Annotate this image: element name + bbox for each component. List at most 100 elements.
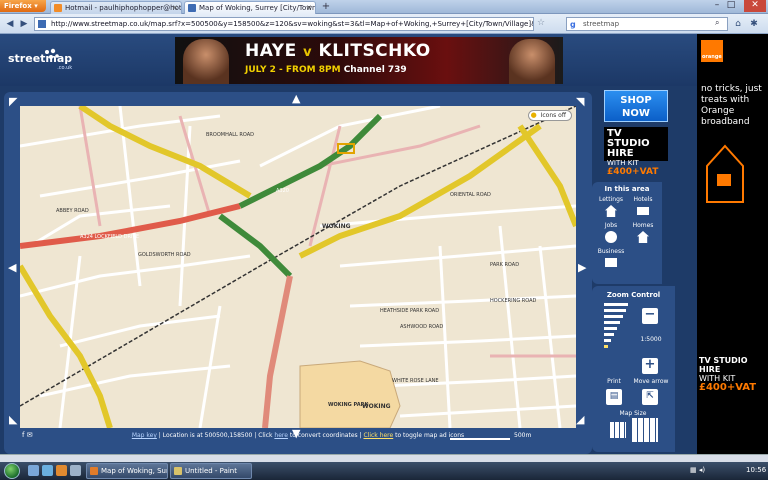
taskbar-clock[interactable]: 10:56 (746, 466, 766, 474)
streetmap-favicon-icon (188, 4, 196, 12)
zoom-level-4[interactable] (604, 321, 620, 324)
pan-northeast-icon[interactable]: ◥ (576, 96, 584, 107)
minimize-icon[interactable]: – (710, 0, 724, 12)
house-icon (605, 205, 617, 217)
bookmark-star-icon[interactable]: ☆ (537, 18, 545, 28)
map-key-link[interactable]: Map key (132, 432, 157, 439)
zoom-level-current[interactable] (604, 345, 608, 348)
screen: Firefox ▾ Hotmail - paulhiphophopper@hot… (0, 0, 768, 480)
pan-southeast-icon[interactable]: ◢ (576, 414, 584, 425)
zoom-level-2[interactable] (604, 309, 626, 312)
person-icon (605, 231, 617, 243)
zoom-title: Zoom Control (606, 291, 661, 299)
map-label: WOKING (362, 403, 391, 410)
close-tab-icon[interactable]: ✕ (172, 2, 178, 14)
convert-coordinates-link[interactable]: here (274, 432, 288, 439)
hotmail-favicon-icon (54, 4, 62, 12)
tab-hotmail[interactable]: Hotmail - paulhiphophopper@hotm... ✕ (50, 1, 182, 14)
search-go-icon[interactable]: ⌕ (715, 18, 719, 28)
map-label: GOLDSWORTH ROAD (138, 252, 191, 258)
settings-icon[interactable]: ✱ (748, 18, 760, 30)
boxer-left-image (183, 39, 229, 84)
home-icon[interactable]: ⌂ (732, 18, 744, 30)
scale-line (450, 438, 510, 440)
scale-label: 500m (514, 432, 532, 439)
jobs-link[interactable]: Jobs (596, 222, 626, 243)
bed-icon (637, 207, 649, 215)
browser-tab-strip: Firefox ▾ Hotmail - paulhiphophopper@hot… (0, 0, 768, 14)
pumpkin-house-icon (706, 144, 744, 203)
forward-arrow-icon[interactable]: ▶ (18, 18, 30, 30)
pan-southwest-icon[interactable]: ◣ (9, 414, 17, 425)
map-label: ABBEY ROAD (56, 208, 89, 214)
start-button[interactable] (4, 463, 20, 479)
large-map-size-icon[interactable] (632, 418, 658, 442)
tv-studio-ad[interactable]: TV STUDIO HIRE WITH KIT £400+VAT (604, 127, 668, 177)
zoom-out-button[interactable]: − (642, 308, 658, 324)
homes-link[interactable]: Homes (628, 222, 658, 243)
logo-dots-icon (45, 48, 59, 59)
web-page: streetmap .co.uk HAYE v KLITSCHKO JULY 2… (0, 34, 768, 454)
pan-north-icon[interactable]: ▲ (292, 93, 300, 104)
zoom-in-button[interactable]: + (642, 358, 658, 374)
firefox-menu-button[interactable]: Firefox ▾ (0, 0, 46, 12)
close-tab-icon[interactable]: ✕ (306, 2, 312, 14)
streetmap-logo[interactable]: streetmap .co.uk (8, 52, 72, 71)
map-view[interactable]: ABBEY ROAD WOKING A324 LOCKFIELD DRIVE G… (20, 106, 576, 428)
tab-streetmap[interactable]: Map of Woking, Surrey [City/Town/V... ✕ (184, 1, 316, 14)
homes-label: Homes (632, 222, 654, 229)
logo-domain: .co.uk (57, 65, 73, 71)
taskbar-item-firefox[interactable]: Map of Woking, Surr... (86, 463, 168, 479)
shop-now-ad[interactable]: SHOP NOW (604, 90, 668, 122)
toggle-ad-icons-link[interactable]: Click here (363, 432, 393, 439)
volume-icon[interactable]: ◂) (699, 466, 705, 474)
lettings-link[interactable]: Lettings (596, 196, 626, 217)
zoom-level-6[interactable] (604, 333, 614, 336)
move-arrow-label: Move arrow (633, 378, 669, 385)
back-arrow-icon[interactable]: ◀ (4, 18, 16, 30)
close-window-icon[interactable]: ✕ (744, 0, 766, 12)
scale-bar: 500m (450, 432, 558, 442)
zoom-control-panel: Zoom Control − 1:5000 + Print Move arrow… (592, 286, 675, 452)
new-tab-button[interactable]: + (320, 1, 332, 13)
taskbar-item-paint[interactable]: Untitled - Paint (170, 463, 252, 479)
zoom-level-7[interactable] (604, 339, 611, 342)
in-this-area-title: In this area (604, 185, 650, 193)
switch-windows-icon[interactable] (70, 465, 81, 476)
map-label: WHITE ROSE LANE (392, 378, 439, 384)
tv-ad-price: £400+VAT (607, 167, 659, 177)
show-desktop-icon[interactable] (28, 465, 39, 476)
network-icon[interactable]: ▦ (690, 466, 697, 474)
map-label: HEATHSIDE PARK ROAD (380, 308, 439, 314)
hotels-link[interactable]: Hotels (628, 196, 658, 215)
icons-off-toggle[interactable]: ● Icons off (527, 110, 572, 121)
business-link[interactable]: Business (596, 248, 626, 267)
move-arrow-icon[interactable]: ⇱ (642, 389, 658, 405)
pan-east-icon[interactable]: ▶ (578, 262, 586, 273)
zoom-level-1[interactable] (604, 303, 628, 306)
search-input[interactable]: g streetmap (566, 17, 728, 31)
boxing-banner-ad[interactable]: HAYE v KLITSCHKO JULY 2 - FROM 8PM Chann… (175, 37, 563, 84)
orange-broadband-ad[interactable]: orange no tricks, just treats with Orang… (697, 34, 768, 454)
horizontal-scrollbar[interactable] (0, 454, 768, 462)
map-panel: ◤ ▲ ◥ ◀ ▶ ◣ ▼ ◢ ABBEY ROAD WOKING A324 L… (4, 92, 592, 454)
tab-label: Map of Woking, Surrey [City/Town/V... (199, 4, 315, 12)
tv-ad-line2: WITH KIT (607, 159, 639, 167)
pan-west-icon[interactable]: ◀ (8, 262, 16, 273)
firefox-menu-label: Firefox (4, 2, 32, 10)
address-bar[interactable]: http://www.streetmap.co.uk/map.srf?x=500… (34, 17, 534, 31)
maximize-icon[interactable]: □ (724, 0, 738, 12)
small-map-size-icon[interactable] (610, 422, 626, 438)
map-label: WOKING (322, 223, 351, 230)
zoom-level-5[interactable] (604, 327, 617, 330)
location-text: | Location is at 500500,158500 | Click (156, 432, 275, 439)
pan-northwest-icon[interactable]: ◤ (9, 96, 17, 107)
zoom-level-3[interactable] (604, 315, 623, 318)
hotels-label: Hotels (633, 196, 653, 203)
internet-explorer-icon[interactable] (42, 465, 53, 476)
tab-label: Hotmail - paulhiphophopper@hotm... (65, 4, 182, 12)
headline-versus: v (303, 45, 313, 60)
map-label: BROOMHALL ROAD (206, 132, 254, 138)
printer-icon[interactable]: ▤ (606, 389, 622, 405)
firefox-quicklaunch-icon[interactable] (56, 465, 67, 476)
